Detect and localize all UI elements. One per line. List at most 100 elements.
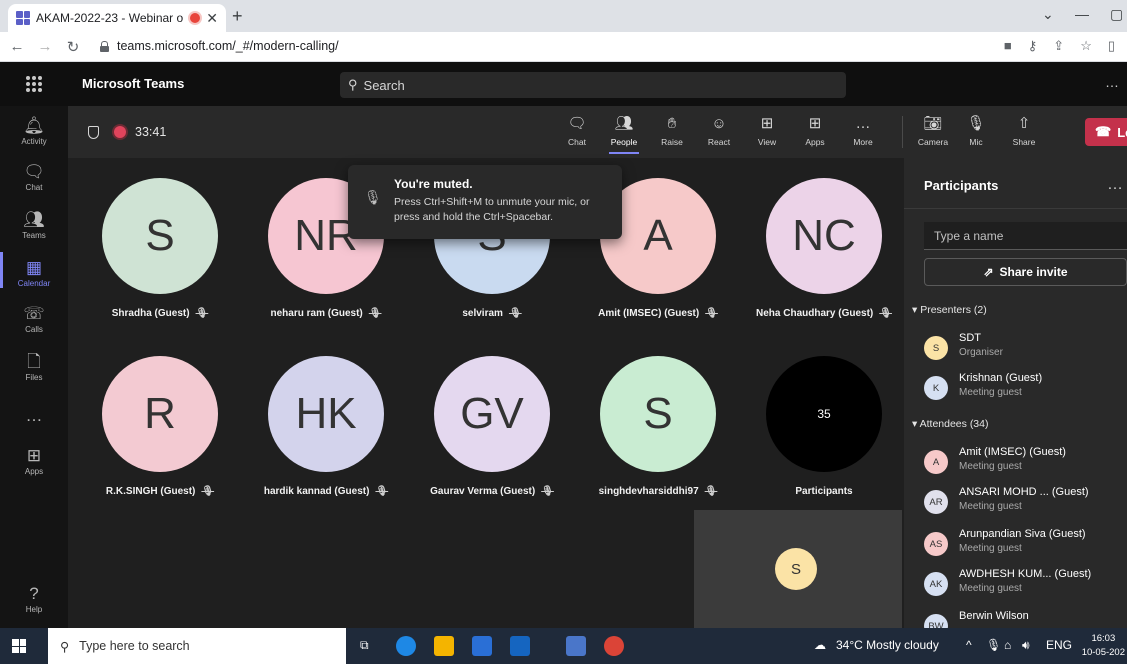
rail-item-files[interactable]: 🗋 Files	[0, 352, 68, 382]
participant-list-item[interactable]: A Amit (IMSEC) (Guest) Meeting guest	[924, 444, 1127, 478]
rail-item-chat[interactable]: 🗨︎ Chat	[0, 162, 68, 192]
dropdown-icon[interactable]: ⌄	[1042, 6, 1054, 23]
minimize-button[interactable]: —	[1075, 6, 1089, 22]
windows-start-icon[interactable]	[12, 639, 26, 653]
meeting-control-react[interactable]: ☺ React	[696, 106, 742, 158]
tab-title: AKAM-2022-23 - Webinar o	[36, 11, 184, 25]
meeting-control-label: Chat	[568, 137, 586, 147]
participant-name: Shradha (Guest) 🎙︎	[80, 308, 240, 319]
meeting-control-raise[interactable]: ✋︎ Raise	[649, 106, 695, 158]
presenters-header[interactable]: ▾ Presenters (2)	[912, 304, 987, 316]
weather-icon[interactable]: ☁	[814, 638, 826, 652]
participant-tile[interactable]: GV Gaurav Verma (Guest) 🎙︎	[412, 336, 572, 516]
participant-count: 35	[766, 356, 882, 472]
meeting-control-share[interactable]: ⇧ Share	[1001, 106, 1047, 158]
browser-actions: ■ ⚷ ⇪ ☆ ▯	[1004, 38, 1115, 54]
participant-list-item[interactable]: AK AWDHESH KUM... (Guest) Meeting guest	[924, 566, 1127, 600]
edge-icon[interactable]	[396, 636, 416, 656]
taskbar-search-placeholder: Type here to search	[79, 639, 190, 653]
attendees-header[interactable]: ▾ Attendees (34)	[912, 418, 989, 430]
participant-tile[interactable]: S Shradha (Guest) 🎙︎	[80, 158, 240, 338]
task-view-icon[interactable]: ⧉	[360, 638, 369, 653]
rail-item-calls[interactable]: ☏ Calls	[0, 304, 68, 334]
participant-avatar: R	[102, 356, 218, 472]
participant-list-role: Meeting guest	[959, 501, 1022, 512]
mail-icon[interactable]	[510, 636, 530, 656]
meeting-control-camera[interactable]: 📷︎ Camera	[910, 106, 956, 158]
meeting-control-apps[interactable]: ⊞ Apps	[792, 106, 838, 158]
new-tab-button[interactable]: +	[232, 6, 243, 27]
chrome-icon[interactable]	[604, 636, 624, 656]
participant-list-item[interactable]: S SDT Organiser	[924, 330, 1127, 364]
rail-item-help[interactable]: ? Help	[0, 584, 68, 614]
more-options-icon[interactable]: …	[1107, 176, 1123, 194]
participant-search-input[interactable]	[924, 222, 1127, 250]
apps-icon: ⊞	[26, 446, 42, 465]
tab-close-button[interactable]: ✕	[206, 10, 218, 27]
participant-tile[interactable]: HK hardik kannad (Guest) 🎙︎	[246, 336, 406, 516]
browser-tab[interactable]: AKAM-2022-23 - Webinar o ✕	[8, 4, 226, 32]
key-icon[interactable]: ⚷	[1028, 38, 1038, 54]
participant-list-item[interactable]: K Krishnan (Guest) Meeting guest	[924, 370, 1127, 404]
meeting-control-chat[interactable]: 🗨︎ Chat	[554, 106, 600, 158]
mic-off-icon: 🎙︎	[966, 115, 986, 132]
participant-list-name: SDT	[959, 332, 981, 344]
sidepanel-icon[interactable]: ▯	[1108, 38, 1115, 54]
forward-button[interactable]: →	[34, 38, 56, 55]
participant-list-avatar: A	[924, 450, 948, 474]
volume-icon[interactable]: 🔊︎	[1022, 638, 1030, 653]
help-icon: ?	[29, 584, 39, 603]
participant-name: Neha Chaudhary (Guest) 🎙︎	[744, 308, 904, 319]
bookmark-star-icon[interactable]: ☆	[1080, 38, 1092, 54]
share-invite-button[interactable]: ⇗ Share invite	[924, 258, 1127, 286]
recording-icon	[114, 126, 126, 138]
store-icon[interactable]	[472, 636, 492, 656]
participant-name-text: hardik kannad (Guest)	[263, 486, 370, 497]
rail-item-more[interactable]: …	[0, 406, 68, 426]
phone-hangup-icon: ☎	[1095, 124, 1112, 139]
weather-text[interactable]: 34°C Mostly cloudy	[836, 638, 939, 652]
taskbar-search-input[interactable]: ⚲ Type here to search	[48, 628, 346, 664]
file-explorer-icon[interactable]	[434, 636, 454, 656]
app-launcher-icon[interactable]	[26, 76, 42, 92]
meeting-control-view[interactable]: ⊞ View	[744, 106, 790, 158]
notepad-icon[interactable]	[566, 636, 586, 656]
language-indicator[interactable]: ENG	[1046, 638, 1072, 652]
rail-item-activity[interactable]: 🔔︎ Activity	[0, 116, 68, 146]
lock-icon	[100, 40, 109, 52]
mic-tray-icon[interactable]: 🎙︎	[986, 638, 1001, 652]
search-input[interactable]: ⚲ Search	[340, 72, 846, 98]
restore-button[interactable]: ▢	[1110, 6, 1123, 23]
participant-list-item[interactable]: AS Arunpandian Siva (Guest) Meeting guest	[924, 526, 1127, 560]
self-view[interactable]: S	[694, 510, 902, 628]
participant-tile[interactable]: R R.K.SINGH (Guest) 🎙︎	[80, 336, 240, 516]
overflow-participants-tile[interactable]: 35 Participants	[744, 336, 904, 516]
address-bar[interactable]: teams.microsoft.com/_#/modern-calling/	[100, 39, 339, 53]
rail-item-label: Files	[25, 373, 43, 382]
participant-list-name: Berwin Wilson	[959, 610, 1029, 622]
participant-list-role: Meeting guest	[959, 461, 1022, 472]
back-button[interactable]: ←	[6, 38, 28, 55]
reload-button[interactable]: ↻	[62, 38, 84, 56]
rail-item-apps[interactable]: ⊞ Apps	[0, 446, 68, 476]
meeting-control-people[interactable]: 👥︎ People	[601, 106, 647, 158]
camera-indicator-icon[interactable]: ■	[1004, 38, 1012, 54]
left-rail: 🔔︎ Activity 🗨︎ Chat 👥︎ Teams ▦ Calendar ☏ Calls 🗋 F…	[0, 106, 68, 628]
taskbar-clock[interactable]: 16:03 10-05-202	[1082, 632, 1125, 660]
participant-tile[interactable]: NC Neha Chaudhary (Guest) 🎙︎	[744, 158, 904, 338]
mic-off-icon: 🎙︎	[705, 308, 718, 319]
leave-button[interactable]: ☎ Leave	[1085, 118, 1127, 146]
network-icon[interactable]: ⌂	[1004, 638, 1011, 652]
meeting-control-more[interactable]: … More	[840, 106, 886, 158]
tray-chevron-icon[interactable]: ^	[966, 638, 972, 652]
participant-tile[interactable]: Ssinghdevharsiddhi97 🎙︎	[578, 336, 738, 516]
react-icon: ☺	[711, 115, 727, 132]
share-page-icon[interactable]: ⇪	[1053, 38, 1064, 54]
participant-name-text: neharu ram (Guest)	[270, 308, 363, 319]
rail-item-calendar[interactable]: ▦ Calendar	[0, 252, 68, 288]
meeting-control-mic[interactable]: 🎙︎ Mic	[953, 106, 999, 158]
participant-list-item[interactable]: AR ANSARI MOHD ... (Guest) Meeting guest	[924, 484, 1127, 518]
rail-item-teams[interactable]: 👥︎ Teams	[0, 210, 68, 240]
participant-list-avatar: S	[924, 336, 948, 360]
more-options-icon[interactable]: …	[1105, 74, 1119, 90]
